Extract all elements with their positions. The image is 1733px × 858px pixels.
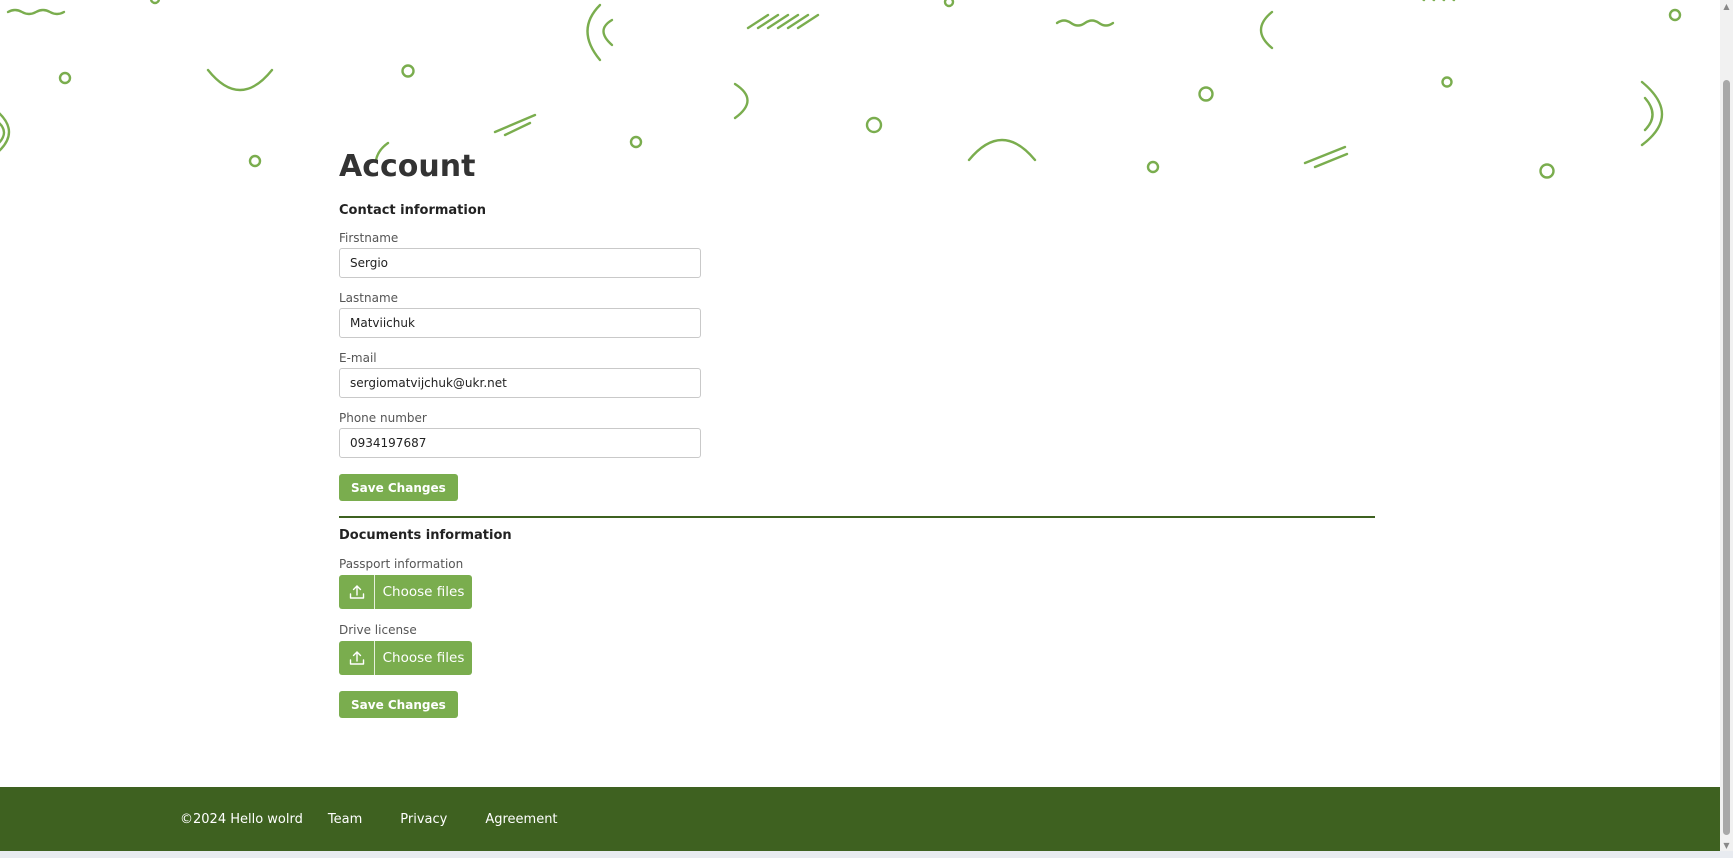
email-label: E-mail [339,351,377,365]
upload-icon [339,575,375,609]
firstname-field-group: Firstname [339,231,1375,278]
contact-section-title: Contact information [339,203,487,218]
footer-link-agreement[interactable]: Agreement [485,812,557,827]
scroll-down-arrow-icon[interactable]: ▼ [1720,839,1733,851]
email-input[interactable] [339,368,701,398]
lastname-field-group: Lastname [339,291,1375,338]
save-contact-button[interactable]: Save Changes [339,474,458,501]
license-upload-button[interactable]: Choose files [339,641,472,675]
firstname-input[interactable] [339,248,701,278]
license-label: Drive license [339,623,417,637]
documents-section-title: Documents information [339,528,512,543]
vertical-scrollbar[interactable]: ▲ ▼ [1720,0,1733,851]
save-documents-button[interactable]: Save Changes [339,691,458,718]
footer-link-team[interactable]: Team [328,812,362,827]
passport-upload-label: Choose files [382,584,465,600]
phone-label: Phone number [339,411,427,425]
firstname-label: Firstname [339,231,399,245]
footer-copyright: ©2024 Hello wolrd [180,811,303,827]
phone-field-group: Phone number [339,411,1375,458]
scrollbar-thumb[interactable] [1723,80,1730,835]
taskbar-edge [0,851,1733,858]
passport-upload-button[interactable]: Choose files [339,575,472,609]
lastname-label: Lastname [339,291,399,305]
scroll-up-arrow-icon[interactable]: ▲ [1720,0,1733,12]
footer: ©2024 Hello wolrd Team Privacy Agreement [0,787,1720,851]
page-title: Account [339,149,476,184]
account-form-container: Account Contact information Firstname La… [339,145,1375,718]
email-field-group: E-mail [339,351,1375,398]
lastname-input[interactable] [339,308,701,338]
section-divider [339,516,1375,518]
phone-input[interactable] [339,428,701,458]
passport-label: Passport information [339,557,464,571]
upload-icon [339,641,375,675]
footer-link-privacy[interactable]: Privacy [400,812,447,827]
license-upload-label: Choose files [382,650,465,666]
